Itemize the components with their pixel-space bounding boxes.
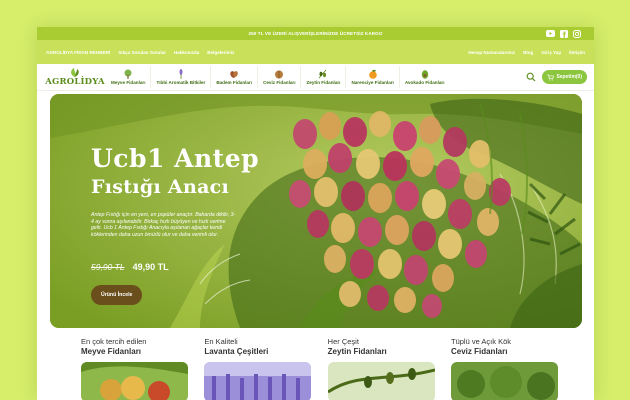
facebook-icon[interactable] xyxy=(559,29,568,38)
view-product-button[interactable]: Ürünü İncele xyxy=(91,285,143,305)
featured-categories: En çok tercih edilen Meyve Fidanları En … xyxy=(81,337,561,400)
category-label: Meyve Fidanları xyxy=(111,80,146,85)
featured-olive[interactable]: Her Çeşit Zeytin Fidanları xyxy=(327,337,438,400)
hero-banner: Ucb1 Antep Fıstığı Anacı Antep Fıstığı i… xyxy=(50,94,582,328)
login-link[interactable]: Giriş Yap xyxy=(541,50,561,55)
featured-subtitle: Her Çeşit xyxy=(327,337,359,346)
category-label: Zeytin Fidanları xyxy=(306,80,341,85)
featured-title: Zeytin Fidanları xyxy=(327,347,387,356)
brand-guide-link[interactable]: AGROLİDYA FİDAN REHBERİ xyxy=(46,50,110,55)
category-label: Ceviz Fidanları xyxy=(263,80,296,85)
youtube-icon[interactable] xyxy=(546,29,555,38)
featured-subtitle: En çok tercih edilen xyxy=(81,337,147,346)
hero-title-line2: Fıstığı Anacı xyxy=(91,176,230,198)
almond-icon xyxy=(229,69,239,79)
featured-image[interactable] xyxy=(450,362,558,400)
featured-image[interactable] xyxy=(204,362,312,400)
category-avocado[interactable]: Avokado Fidanları xyxy=(400,66,450,88)
view-product-label: Ürünü İncele xyxy=(101,292,133,298)
orange-icon xyxy=(368,69,378,79)
featured-title: Ceviz Fidanları xyxy=(450,347,508,356)
cart-icon xyxy=(547,74,555,80)
category-citrus[interactable]: Narenciye Fidanları xyxy=(346,66,400,88)
links-right: Hesap Numaralarımız Blog Giriş Yap İleti… xyxy=(468,50,585,55)
documents-link[interactable]: Belgelerimiz xyxy=(207,50,234,55)
featured-title: Meyve Fidanları xyxy=(81,347,142,356)
top-links-bar: AGROLİDYA FİDAN REHBERİ Sıkça Sorulan So… xyxy=(37,40,594,64)
logo[interactable]: AGROLİDYA xyxy=(44,68,106,86)
featured-lavender[interactable]: En Kaliteli Lavanta Çeşitleri xyxy=(204,337,314,400)
lavender-icon xyxy=(176,69,186,79)
price-row: 59,90 TL 49,90 TL xyxy=(91,262,169,272)
instagram-icon[interactable] xyxy=(572,29,581,38)
hero-title-line1: Ucb1 Antep xyxy=(91,144,260,173)
category-walnut[interactable]: Ceviz Fidanları xyxy=(258,66,302,88)
browser-frame: 250 TL VE ÜZERİ ALIŞVERİŞLERİNİZDE ÜCRET… xyxy=(37,27,594,400)
featured-subtitle: Tüplü ve Açık Kök xyxy=(450,337,512,346)
featured-title: Lavanta Çeşitleri xyxy=(204,347,269,356)
promo-text: 250 TL VE ÜZERİ ALIŞVERİŞLERİNİZDE ÜCRET… xyxy=(248,31,383,36)
social-links xyxy=(546,29,581,38)
logo-text: AGROLİDYA xyxy=(45,77,105,87)
old-price: 59,90 TL xyxy=(91,262,125,272)
category-aromatic-plants[interactable]: Tıbbi Aromatik Bitkiler xyxy=(151,66,212,88)
avocado-icon xyxy=(420,69,430,79)
fruit-tree-icon xyxy=(123,69,133,79)
hero-description: Antep Fıstığı için en yeni, en popüler a… xyxy=(91,212,236,238)
new-price: 49,90 TL xyxy=(132,262,169,272)
main-nav: AGROLİDYA Meyve Fidanları Tıbbi Aromatik… xyxy=(37,64,594,91)
category-label: Tıbbi Aromatik Bitkiler xyxy=(156,80,206,85)
featured-image[interactable] xyxy=(327,362,435,400)
nav-actions: Sepetim(0) xyxy=(524,70,587,84)
category-fruit-trees[interactable]: Meyve Fidanları xyxy=(106,66,152,88)
category-label: Badem Fidanları xyxy=(216,80,253,85)
featured-image[interactable] xyxy=(81,362,188,400)
olive-icon xyxy=(318,69,328,79)
category-olive[interactable]: Zeytin Fidanları xyxy=(301,66,347,88)
category-almond[interactable]: Badem Fidanları xyxy=(211,66,259,88)
cart-label: Sepetim(0) xyxy=(556,74,582,80)
about-link[interactable]: Hakkımızda xyxy=(174,50,199,55)
category-label: Narenciye Fidanları xyxy=(351,80,394,85)
blog-link[interactable]: Blog xyxy=(523,50,533,55)
category-menu: Meyve Fidanları Tıbbi Aromatik Bitkiler … xyxy=(106,66,520,88)
links-left: Sıkça Sorulan Sorular Hakkımızda Belgele… xyxy=(118,50,234,55)
featured-subtitle: En Kaliteli xyxy=(204,337,238,346)
category-label: Avokado Fidanları xyxy=(404,80,445,85)
bank-accounts-link[interactable]: Hesap Numaralarımız xyxy=(468,50,515,55)
contact-link[interactable]: İletişim xyxy=(569,50,585,55)
search-icon[interactable] xyxy=(524,70,538,84)
cart-button[interactable]: Sepetim(0) xyxy=(542,70,587,84)
walnut-icon xyxy=(274,69,284,79)
promo-bar: 250 TL VE ÜZERİ ALIŞVERİŞLERİNİZDE ÜCRET… xyxy=(37,27,594,40)
faq-link[interactable]: Sıkça Sorulan Sorular xyxy=(118,50,166,55)
featured-fruit-trees[interactable]: En çok tercih edilen Meyve Fidanları xyxy=(81,337,191,400)
featured-walnut[interactable]: Tüplü ve Açık Kök Ceviz Fidanları xyxy=(450,337,561,400)
